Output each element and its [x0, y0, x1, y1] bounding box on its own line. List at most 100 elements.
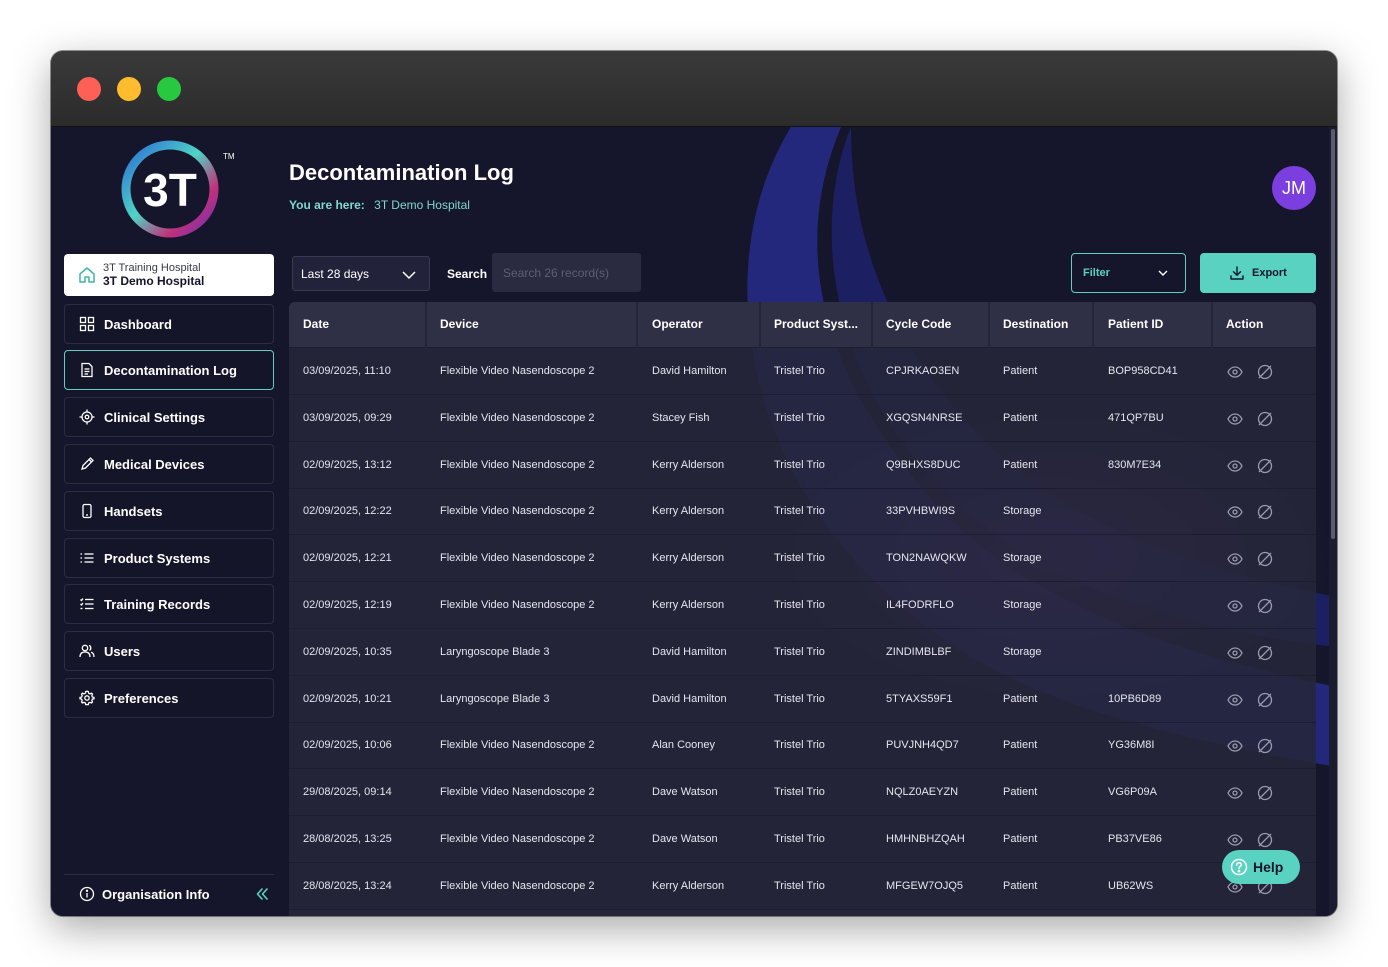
view-icon[interactable] — [1227, 365, 1243, 379]
view-icon[interactable] — [1227, 786, 1243, 800]
sidebar-item-preferences[interactable]: Preferences — [64, 678, 274, 718]
column-header-date[interactable]: Date — [303, 317, 329, 331]
table-row[interactable]: 02/09/2025, 10:35 Laryngoscope Blade 3 Dav… — [289, 630, 1316, 676]
void-icon[interactable] — [1256, 691, 1274, 709]
view-icon[interactable] — [1227, 459, 1243, 473]
minimize-window-button[interactable] — [117, 77, 141, 101]
organisation-selector[interactable]: 3T Training Hospital 3T Demo Hospital — [64, 254, 274, 296]
cell-product-system: Tristel Trio — [774, 880, 825, 892]
void-icon[interactable] — [1256, 831, 1274, 849]
maximize-window-button[interactable] — [157, 77, 181, 101]
close-window-button[interactable] — [77, 77, 101, 101]
window-titlebar — [51, 51, 1337, 127]
view-icon[interactable] — [1227, 693, 1243, 707]
sidebar-item-handsets[interactable]: Handsets — [64, 491, 274, 531]
sidebar-item-users[interactable]: Users — [64, 631, 274, 671]
view-icon[interactable] — [1227, 646, 1243, 660]
cell-product-system: Tristel Trio — [774, 739, 825, 751]
table-row[interactable]: 02/09/2025, 10:06 Flexible Video Nasendos… — [289, 723, 1316, 769]
table-row[interactable]: 02/09/2025, 12:21 Flexible Video Nasendos… — [289, 536, 1316, 582]
sidebar-item-dashboard[interactable]: Dashboard — [64, 304, 274, 344]
grid-icon — [79, 316, 95, 332]
cell-patient-id: 830M7E34 — [1108, 459, 1162, 471]
view-icon[interactable] — [1227, 505, 1243, 519]
cell-cycle-code: MFGEW7OJQ5 — [886, 880, 964, 892]
cell-cycle-code: ZINDIMBLBF — [886, 646, 952, 658]
void-icon[interactable] — [1256, 363, 1274, 381]
cell-patient-id: PB37VE86 — [1108, 833, 1162, 845]
cell-patient-id: 471QP7BU — [1108, 412, 1164, 424]
scrollbar-thumb[interactable] — [1331, 129, 1335, 539]
cell-operator: Kerry Alderson — [652, 505, 725, 517]
sidebar: 3T TM 3T Training Hospital 3T Demo Hospi… — [51, 127, 289, 916]
cell-operator: David Hamilton — [652, 646, 727, 658]
view-icon[interactable] — [1227, 833, 1243, 847]
column-header-patient-id[interactable]: Patient ID — [1108, 317, 1163, 331]
sidebar-item-medical-devices[interactable]: Medical Devices — [64, 444, 274, 484]
table-row[interactable]: 02/09/2025, 12:22 Flexible Video Nasendos… — [289, 489, 1316, 535]
sidebar-item-label: Decontamination Log — [104, 363, 237, 378]
table-row[interactable]: 02/09/2025, 10:21 Laryngoscope Blade 3 Dav… — [289, 677, 1316, 723]
column-header-device[interactable]: Device — [440, 317, 479, 331]
void-icon[interactable] — [1256, 503, 1274, 521]
column-header-destination[interactable]: Destination — [1003, 317, 1068, 331]
date-range-value: Last 28 days — [301, 267, 370, 281]
view-icon[interactable] — [1227, 739, 1243, 753]
view-icon[interactable] — [1227, 412, 1243, 426]
organisation-info[interactable]: Organisation Info — [64, 874, 274, 914]
column-header-operator[interactable]: Operator — [652, 317, 703, 331]
scrollbar[interactable] — [1329, 127, 1337, 916]
organisation-info-label: Organisation Info — [102, 887, 210, 902]
table-row[interactable]: 03/09/2025, 09:29 Flexible Video Nasendos… — [289, 396, 1316, 442]
table-row[interactable]: 28/08/2025, 13:24 Flexible Video Nasendos… — [289, 864, 1316, 910]
filter-select[interactable]: Filter — [1071, 253, 1186, 293]
cell-destination: Patient — [1003, 739, 1038, 751]
sidebar-item-product-systems[interactable]: Product Systems — [64, 538, 274, 578]
cell-patient-id: BOP958CD41 — [1108, 365, 1178, 377]
date-range-select[interactable]: Last 28 days — [292, 256, 430, 291]
table-row[interactable]: 29/08/2025, 09:14 Flexible Video Nasendos… — [289, 770, 1316, 816]
cell-operator: Kerry Alderson — [652, 599, 725, 611]
table-row[interactable]: 02/09/2025, 12:19 Flexible Video Nasendos… — [289, 583, 1316, 629]
void-icon[interactable] — [1256, 550, 1274, 568]
cell-operator: Stacey Fish — [652, 412, 710, 424]
users-icon — [79, 644, 95, 658]
cell-patient-id: UB62WS — [1108, 880, 1154, 892]
void-icon[interactable] — [1256, 737, 1274, 755]
table-row[interactable]: 28/08/2025, 13:25 Flexible Video Nasendos… — [289, 817, 1316, 863]
column-header-product-system[interactable]: Product Syst... — [774, 317, 858, 331]
cell-patient-id: VG6P09A — [1108, 786, 1157, 798]
sidebar-item-training-records[interactable]: Training Records — [64, 584, 274, 624]
column-divider — [425, 302, 427, 348]
table-row[interactable]: 02/09/2025, 13:12 Flexible Video Nasendos… — [289, 443, 1316, 489]
document-icon — [81, 362, 93, 378]
cell-date: 29/08/2025, 09:14 — [303, 786, 392, 798]
view-icon[interactable] — [1227, 599, 1243, 613]
cell-date: 02/09/2025, 10:21 — [303, 693, 392, 705]
sidebar-item-clinical-settings[interactable]: Clinical Settings — [64, 397, 274, 437]
void-icon[interactable] — [1256, 784, 1274, 802]
void-icon[interactable] — [1256, 457, 1274, 475]
cell-destination: Storage — [1003, 552, 1042, 564]
cell-date: 28/08/2025, 13:24 — [303, 880, 392, 892]
cell-patient-id: YG36M8I — [1108, 739, 1155, 751]
breadcrumb-current[interactable]: 3T Demo Hospital — [374, 198, 470, 212]
gear-icon — [79, 690, 95, 706]
export-button[interactable]: Export — [1200, 253, 1316, 293]
void-icon[interactable] — [1256, 597, 1274, 615]
sidebar-item-decontamination-log[interactable]: Decontamination Log — [64, 350, 274, 390]
search-input[interactable] — [492, 253, 641, 292]
decontamination-table: Date Device Operator Product Syst... Cyc… — [289, 302, 1316, 916]
help-button[interactable]: Help — [1222, 850, 1300, 884]
table-row[interactable]: 03/09/2025, 11:10 Flexible Video Nasendos… — [289, 349, 1316, 395]
column-header-cycle-code[interactable]: Cycle Code — [886, 317, 951, 331]
collapse-sidebar-icon[interactable] — [254, 886, 270, 902]
view-icon[interactable] — [1227, 552, 1243, 566]
avatar[interactable]: JM — [1272, 166, 1316, 210]
cell-destination: Patient — [1003, 693, 1038, 705]
void-icon[interactable] — [1256, 410, 1274, 428]
sidebar-item-label: Product Systems — [104, 551, 211, 566]
void-icon[interactable] — [1256, 644, 1274, 662]
phone-icon — [82, 503, 92, 519]
cell-date: 03/09/2025, 11:10 — [303, 365, 391, 377]
